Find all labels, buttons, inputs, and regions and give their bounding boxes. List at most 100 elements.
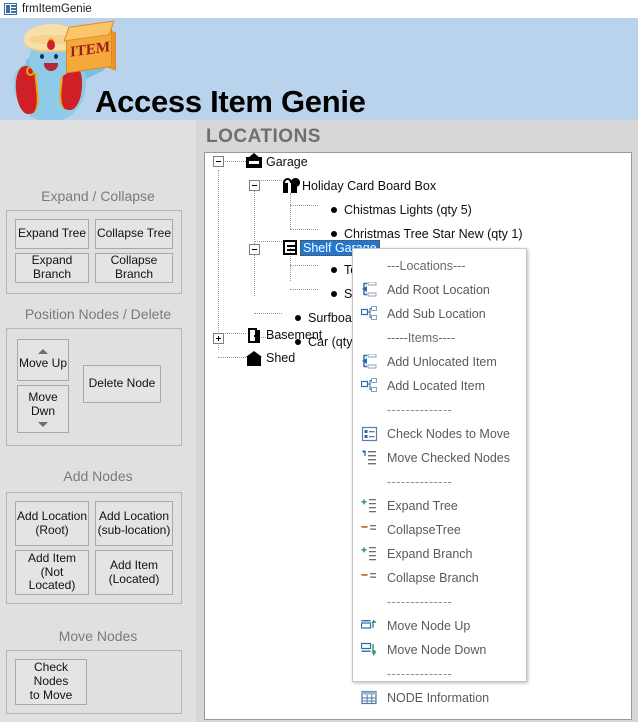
menu-item-label: Add Root Location: [387, 283, 490, 297]
tree-connector: [218, 170, 219, 350]
tree-connector: [290, 265, 318, 266]
menu-collapse-branch[interactable]: Collapse Branch: [353, 566, 526, 590]
menu-item-label: Move Checked Nodes: [387, 451, 510, 465]
expander-minus-icon[interactable]: [249, 180, 260, 191]
menu-add-located-item[interactable]: Add Located Item: [353, 374, 526, 398]
bullet-icon: [331, 207, 337, 213]
access-form-icon: [4, 3, 17, 15]
garage-icon: [246, 153, 262, 168]
move-down-button-label: Move Dwn: [28, 391, 57, 419]
delete-node-button[interactable]: Delete Node: [83, 365, 161, 403]
tree-context-menu[interactable]: ---Locations--- Add Root Location: [352, 248, 527, 682]
add-item-not-located-button[interactable]: Add Item (Not Located): [15, 550, 89, 595]
document-tab-label: frmItemGenie: [22, 3, 92, 15]
menu-item-label: Expand Tree: [387, 499, 458, 513]
menu-item-label: Move Node Down: [387, 643, 486, 657]
menu-item-label: Check Nodes to Move: [387, 427, 510, 441]
door-icon: [246, 328, 262, 343]
menu-item-label: Move Node Up: [387, 619, 470, 633]
document-tab-strip: frmItemGenie: [0, 0, 638, 19]
check-nodes-to-move-button[interactable]: Check Nodes to Move: [15, 659, 87, 705]
expander-minus-icon[interactable]: [213, 156, 224, 167]
arrow-up-icon: [38, 349, 48, 354]
menu-separator-2: --------------: [353, 470, 526, 494]
add-located-item-icon: [361, 378, 378, 394]
bullet-icon: [331, 291, 337, 297]
tree-connector: [218, 357, 246, 358]
add-location-root-button[interactable]: Add Location (Root): [15, 501, 89, 546]
group-box-position-delete: Move Up Move Dwn Delete Node: [6, 328, 182, 446]
tree-connector: [290, 193, 291, 229]
app-window: frmItemGenie ITEM Access Item Genie L: [0, 0, 638, 722]
group-title-add-nodes: Add Nodes: [0, 468, 196, 484]
document-tab-frmitemgenie[interactable]: frmItemGenie: [0, 0, 100, 18]
menu-item-label: NODE Information: [387, 691, 489, 705]
menu-header-items: -----Items----: [353, 326, 526, 350]
check-nodes-icon: [361, 426, 378, 442]
arrow-down-icon: [38, 422, 48, 427]
bullet-icon: [331, 231, 337, 237]
menu-item-label: Expand Branch: [387, 547, 472, 561]
page-title: Access Item Genie: [95, 84, 366, 120]
menu-item-label: Add Unlocated Item: [387, 355, 497, 369]
menu-move-node-down[interactable]: Move Node Down: [353, 638, 526, 662]
tree-label: Shed: [266, 351, 295, 365]
tree-label: Christmas Tree Star New (qty 1): [344, 227, 523, 241]
tree-connector: [290, 289, 318, 290]
bullet-icon: [331, 267, 337, 273]
tree-connector: [290, 205, 318, 206]
tree-label: Chistmas Lights (qty 5): [344, 203, 472, 217]
expand-branch-button[interactable]: Expand Branch: [15, 253, 89, 283]
menu-add-root-location[interactable]: Add Root Location: [353, 278, 526, 302]
expander-plus-icon[interactable]: [213, 333, 224, 344]
expand-tree-icon: [361, 498, 378, 514]
collapse-branch-icon: [361, 570, 378, 586]
move-up-button[interactable]: Move Up: [17, 339, 69, 381]
menu-item-label: Collapse Branch: [387, 571, 479, 585]
tree-connector: [254, 241, 282, 242]
collapse-tree-icon: [361, 522, 378, 538]
menu-item-label: CollapseTree: [387, 523, 461, 537]
menu-node-information[interactable]: NODE Information: [353, 686, 526, 710]
add-item-located-button[interactable]: Add Item (Located): [95, 550, 173, 595]
menu-separator-1: --------------: [353, 398, 526, 422]
menu-item-label: Add Sub Location: [387, 307, 486, 321]
add-location-sub-button[interactable]: Add Location (sub-location): [95, 501, 173, 546]
menu-item-label: Add Located Item: [387, 379, 485, 393]
tree-label: Holiday Card Board Box: [302, 179, 436, 193]
group-title-expand-collapse: Expand / Collapse: [0, 188, 196, 204]
move-checked-nodes-icon: [361, 450, 378, 466]
move-node-down-icon: [361, 642, 378, 658]
tree-label: Garage: [266, 155, 308, 169]
menu-check-nodes-to-move[interactable]: Check Nodes to Move: [353, 422, 526, 446]
menu-expand-tree[interactable]: Expand Tree: [353, 494, 526, 518]
group-box-expand-collapse: Expand Tree Collapse Tree Expand Branch …: [6, 210, 182, 294]
app-banner: ITEM Access Item Genie: [0, 18, 638, 120]
gift-box-icon: [282, 178, 298, 193]
menu-move-node-up[interactable]: Move Node Up: [353, 614, 526, 638]
menu-expand-branch[interactable]: Expand Branch: [353, 542, 526, 566]
collapse-tree-button[interactable]: Collapse Tree: [95, 219, 173, 249]
group-title-move-nodes: Move Nodes: [0, 628, 196, 644]
node-information-icon: [361, 690, 378, 706]
menu-add-unlocated-item[interactable]: Add Unlocated Item: [353, 350, 526, 374]
add-root-location-icon: [361, 282, 378, 298]
tree-header-label: LOCATIONS: [206, 126, 321, 148]
menu-move-checked-nodes[interactable]: Move Checked Nodes: [353, 446, 526, 470]
tree-connector: [290, 229, 318, 230]
move-node-up-icon: [361, 618, 378, 634]
menu-add-sub-location[interactable]: Add Sub Location: [353, 302, 526, 326]
tree-connector: [254, 180, 255, 296]
expand-tree-button[interactable]: Expand Tree: [15, 219, 89, 249]
tree-label: Surfboar: [308, 311, 356, 325]
expander-minus-icon[interactable]: [249, 244, 260, 255]
shed-icon: [246, 351, 262, 366]
menu-collapse-tree[interactable]: CollapseTree: [353, 518, 526, 542]
move-down-button[interactable]: Move Dwn: [17, 385, 69, 433]
shelf-icon: [283, 240, 297, 255]
add-sub-location-icon: [361, 306, 378, 322]
move-up-button-label: Move Up: [19, 357, 67, 371]
tree-label: Basement: [266, 328, 322, 342]
expand-branch-icon: [361, 546, 378, 562]
collapse-branch-button[interactable]: Collapse Branch: [95, 253, 173, 283]
